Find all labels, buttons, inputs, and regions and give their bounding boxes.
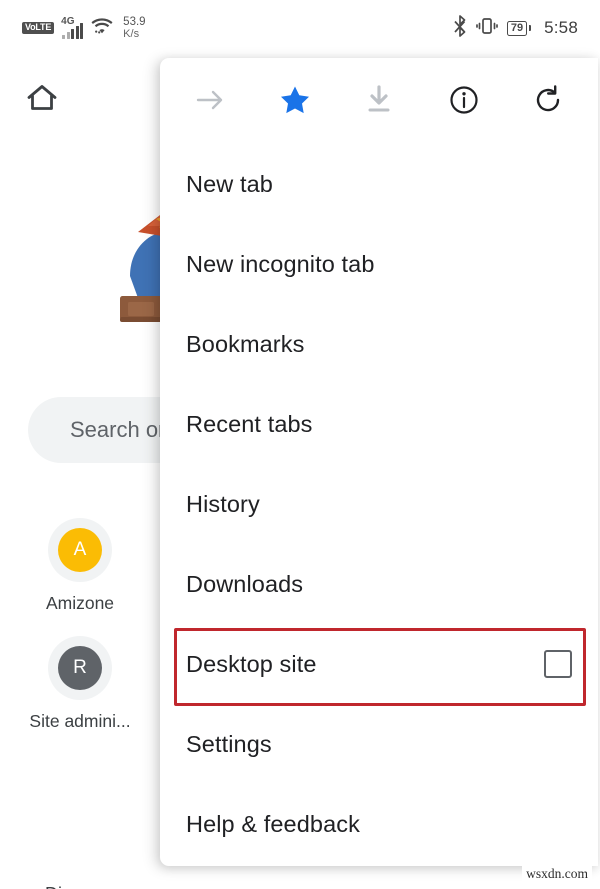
watermark: wsxdn.com bbox=[522, 865, 592, 883]
menu-item-downloads[interactable]: Downloads bbox=[160, 544, 598, 624]
bluetooth-icon bbox=[453, 14, 467, 42]
network-speed-value: 53.9 bbox=[123, 16, 146, 28]
battery-indicator: 79 bbox=[506, 20, 532, 36]
menu-item-new-incognito-tab[interactable]: New incognito tab bbox=[160, 224, 598, 304]
shortcut-item[interactable]: R Site admini... bbox=[0, 636, 160, 732]
screen: VoLTE 4G 53.9 K/s 79 5:58 Search or A Am… bbox=[0, 0, 600, 889]
menu-item-label: Settings bbox=[186, 730, 272, 757]
download-icon[interactable] bbox=[351, 72, 407, 128]
menu-item-label: Help & feedback bbox=[186, 810, 360, 837]
status-bar-right: 79 5:58 bbox=[453, 14, 578, 42]
menu-item-recent-tabs[interactable]: Recent tabs bbox=[160, 384, 598, 464]
shortcut-tile: A bbox=[48, 518, 112, 582]
menu-item-list: New tab New incognito tab Bookmarks Rece… bbox=[160, 142, 598, 864]
menu-item-settings[interactable]: Settings bbox=[160, 704, 598, 784]
search-placeholder: Search or bbox=[70, 417, 166, 442]
menu-item-label: New incognito tab bbox=[186, 250, 375, 277]
info-circle-icon[interactable] bbox=[436, 72, 492, 128]
shortcut-initial: A bbox=[58, 528, 102, 572]
forward-arrow-icon[interactable] bbox=[182, 72, 238, 128]
volte-badge: VoLTE bbox=[22, 22, 55, 34]
vibrate-icon bbox=[476, 15, 498, 42]
menu-item-label: Recent tabs bbox=[186, 410, 313, 437]
network-speed: 53.9 K/s bbox=[123, 16, 145, 40]
chrome-overflow-menu: New tab New incognito tab Bookmarks Rece… bbox=[160, 58, 598, 866]
menu-item-desktop-site[interactable]: Desktop site bbox=[160, 624, 598, 704]
menu-item-bookmarks[interactable]: Bookmarks bbox=[160, 304, 598, 384]
menu-item-label: History bbox=[186, 490, 260, 517]
menu-item-label: Desktop site bbox=[186, 650, 317, 677]
menu-item-label: New tab bbox=[186, 170, 273, 197]
shortcut-label: Site admini... bbox=[29, 711, 131, 731]
clock: 5:58 bbox=[544, 18, 578, 37]
star-icon[interactable] bbox=[267, 72, 323, 128]
discover-label: Discover bbox=[0, 884, 160, 889]
wifi-icon bbox=[90, 16, 114, 41]
shortcut-tile: R bbox=[48, 636, 112, 700]
shortcut-list: A Amizone R Site admini... bbox=[0, 518, 160, 754]
shortcut-label: Amizone bbox=[45, 593, 115, 613]
menu-item-history[interactable]: History bbox=[160, 464, 598, 544]
network-type-label: 4G bbox=[61, 16, 75, 27]
signal-bars-icon: 4G bbox=[61, 16, 84, 39]
menu-item-help-feedback[interactable]: Help & feedback bbox=[160, 784, 598, 864]
menu-item-label: Downloads bbox=[186, 570, 304, 597]
status-bar: VoLTE 4G 53.9 K/s 79 5:58 bbox=[0, 0, 600, 56]
desktop-site-checkbox[interactable] bbox=[544, 650, 572, 678]
menu-header-actions bbox=[160, 58, 598, 142]
shortcut-item[interactable]: A Amizone bbox=[0, 518, 160, 614]
menu-item-new-tab[interactable]: New tab bbox=[160, 144, 598, 224]
menu-item-label: Bookmarks bbox=[186, 330, 305, 357]
battery-cap bbox=[528, 25, 532, 31]
battery-level: 79 bbox=[506, 20, 528, 36]
shortcut-initial: R bbox=[58, 646, 102, 690]
reload-icon[interactable] bbox=[520, 72, 576, 128]
status-bar-left: VoLTE 4G 53.9 K/s bbox=[22, 16, 146, 41]
home-icon[interactable] bbox=[24, 80, 60, 116]
network-speed-unit: K/s bbox=[123, 28, 140, 40]
